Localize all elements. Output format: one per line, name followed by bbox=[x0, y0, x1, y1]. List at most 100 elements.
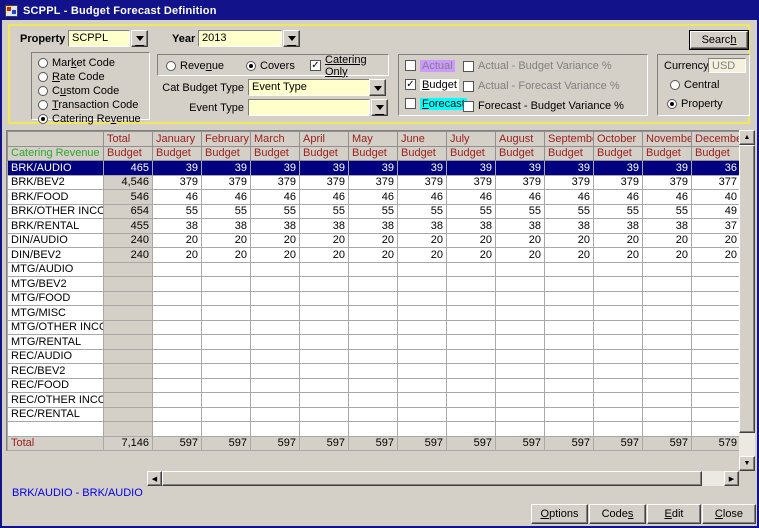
cell[interactable] bbox=[349, 349, 398, 364]
row-label[interactable]: REC/RENTAL bbox=[8, 407, 104, 422]
cell[interactable] bbox=[202, 320, 251, 335]
cell[interactable] bbox=[202, 407, 251, 422]
table-row[interactable] bbox=[8, 422, 741, 437]
cell[interactable] bbox=[643, 306, 692, 321]
cell[interactable]: 20 bbox=[202, 233, 251, 248]
scroll-down-button[interactable]: ▼ bbox=[739, 456, 755, 471]
row-label[interactable]: BRK/OTHER INCOME bbox=[8, 204, 104, 219]
cell[interactable]: 20 bbox=[496, 233, 545, 248]
cell[interactable]: 20 bbox=[447, 233, 496, 248]
options-button[interactable]: Options bbox=[531, 504, 588, 524]
table-row[interactable]: DIN/AUDIO240202020202020202020202020 bbox=[8, 233, 741, 248]
cell[interactable]: 38 bbox=[153, 219, 202, 234]
cell[interactable]: 20 bbox=[251, 248, 300, 263]
cell[interactable]: 20 bbox=[496, 248, 545, 263]
code-option-4[interactable]: Catering Revenue bbox=[38, 112, 149, 125]
cell[interactable] bbox=[643, 291, 692, 306]
scroll-right-button[interactable]: ▶ bbox=[724, 471, 739, 486]
cell[interactable]: 20 bbox=[349, 233, 398, 248]
cell[interactable] bbox=[496, 291, 545, 306]
row-label[interactable]: BRK/AUDIO bbox=[8, 161, 104, 176]
cell[interactable] bbox=[398, 277, 447, 292]
row-label[interactable]: BRK/RENTAL bbox=[8, 219, 104, 234]
cell[interactable]: 379 bbox=[447, 175, 496, 190]
cell[interactable]: 654 bbox=[104, 204, 153, 219]
cell[interactable]: 46 bbox=[594, 190, 643, 205]
cell[interactable]: 55 bbox=[153, 204, 202, 219]
cell[interactable] bbox=[545, 422, 594, 437]
cell[interactable]: 20 bbox=[153, 248, 202, 263]
cell[interactable]: 37 bbox=[692, 219, 741, 234]
horizontal-scroll-thumb[interactable] bbox=[162, 471, 702, 486]
cell[interactable] bbox=[300, 407, 349, 422]
cell[interactable] bbox=[349, 407, 398, 422]
year-dropdown-button[interactable] bbox=[283, 30, 300, 47]
cell[interactable] bbox=[447, 335, 496, 350]
cell[interactable]: 55 bbox=[398, 204, 447, 219]
codes-button[interactable]: Codes bbox=[589, 504, 646, 524]
cell[interactable]: 39 bbox=[643, 161, 692, 176]
cell[interactable] bbox=[496, 262, 545, 277]
cell[interactable]: 379 bbox=[251, 175, 300, 190]
covers-radio[interactable]: Covers bbox=[246, 59, 295, 72]
cell[interactable] bbox=[545, 335, 594, 350]
code-option-0[interactable]: Market Code bbox=[38, 56, 149, 69]
cell[interactable]: 38 bbox=[496, 219, 545, 234]
cell[interactable] bbox=[545, 306, 594, 321]
cell[interactable] bbox=[692, 349, 741, 364]
cell[interactable] bbox=[202, 364, 251, 379]
cell[interactable]: 55 bbox=[349, 204, 398, 219]
cell[interactable] bbox=[300, 262, 349, 277]
cell[interactable] bbox=[104, 291, 153, 306]
cell[interactable] bbox=[251, 364, 300, 379]
cell[interactable]: 39 bbox=[447, 161, 496, 176]
row-label[interactable]: MTG/MISC bbox=[8, 306, 104, 321]
cell[interactable] bbox=[447, 277, 496, 292]
cell[interactable] bbox=[153, 422, 202, 437]
cell[interactable] bbox=[251, 291, 300, 306]
cell[interactable] bbox=[447, 422, 496, 437]
cell[interactable] bbox=[398, 320, 447, 335]
cell[interactable] bbox=[251, 277, 300, 292]
code-option-2[interactable]: Custom Code bbox=[38, 84, 149, 97]
cell[interactable] bbox=[202, 422, 251, 437]
row-label[interactable]: REC/AUDIO bbox=[8, 349, 104, 364]
cell[interactable] bbox=[643, 262, 692, 277]
cell[interactable] bbox=[447, 291, 496, 306]
row-label[interactable]: DIN/BEV2 bbox=[8, 248, 104, 263]
cell[interactable]: 46 bbox=[545, 190, 594, 205]
close-button[interactable]: Close bbox=[702, 504, 756, 524]
cell[interactable] bbox=[398, 349, 447, 364]
cell[interactable] bbox=[692, 378, 741, 393]
cell[interactable]: 20 bbox=[398, 248, 447, 263]
cell[interactable] bbox=[545, 407, 594, 422]
cell[interactable] bbox=[643, 407, 692, 422]
cell[interactable]: 39 bbox=[545, 161, 594, 176]
cell[interactable] bbox=[153, 320, 202, 335]
cell[interactable]: 46 bbox=[496, 190, 545, 205]
cell[interactable]: 38 bbox=[202, 219, 251, 234]
cell[interactable] bbox=[692, 364, 741, 379]
cell[interactable]: 36 bbox=[692, 161, 741, 176]
table-row[interactable]: BRK/FOOD546464646464646464646464640 bbox=[8, 190, 741, 205]
cell[interactable]: 20 bbox=[447, 248, 496, 263]
cell[interactable] bbox=[349, 277, 398, 292]
cell[interactable] bbox=[398, 393, 447, 408]
cell[interactable]: 46 bbox=[202, 190, 251, 205]
cell[interactable]: 39 bbox=[398, 161, 447, 176]
row-label[interactable] bbox=[8, 422, 104, 437]
cell[interactable] bbox=[447, 262, 496, 277]
cell[interactable] bbox=[643, 335, 692, 350]
cell[interactable] bbox=[104, 306, 153, 321]
cell[interactable]: 39 bbox=[153, 161, 202, 176]
cell[interactable] bbox=[349, 335, 398, 350]
cell[interactable] bbox=[594, 277, 643, 292]
cell[interactable]: 546 bbox=[104, 190, 153, 205]
cell[interactable] bbox=[545, 291, 594, 306]
cell[interactable] bbox=[594, 422, 643, 437]
cell[interactable]: 20 bbox=[545, 233, 594, 248]
cell[interactable]: 20 bbox=[300, 248, 349, 263]
cell[interactable] bbox=[300, 364, 349, 379]
code-option-3[interactable]: Transaction Code bbox=[38, 98, 149, 111]
row-label[interactable]: MTG/AUDIO bbox=[8, 262, 104, 277]
